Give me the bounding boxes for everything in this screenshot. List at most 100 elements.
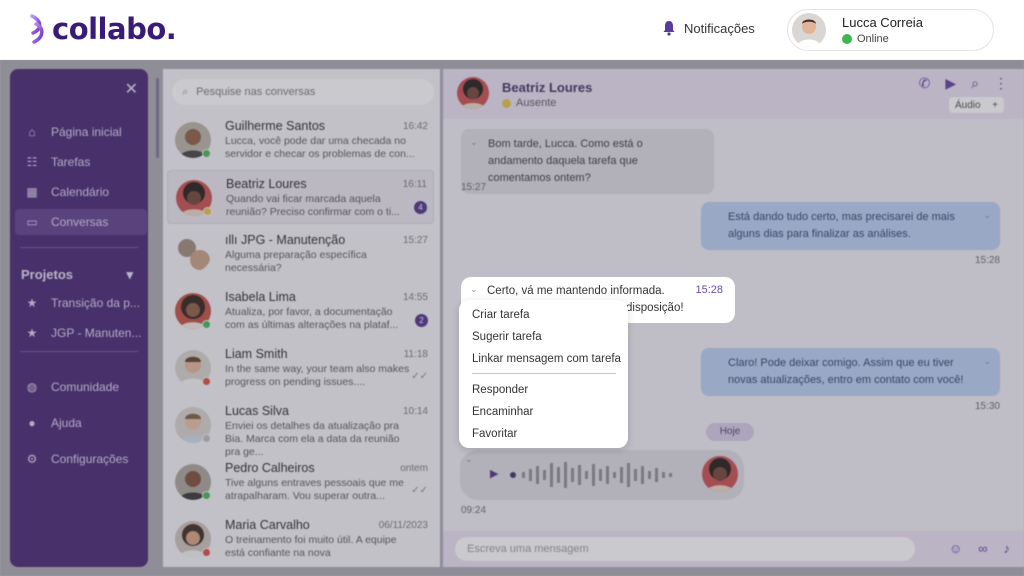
list-item[interactable]: ıllı JPG - Manutenção 15:27 Alguma prepa… bbox=[167, 227, 434, 281]
waveform-icon[interactable] bbox=[510, 460, 700, 490]
menu-item-link-message-task[interactable]: Linkar mensagem com tarefa bbox=[472, 350, 622, 368]
user-name: Lucca Correia bbox=[842, 15, 923, 30]
list-item[interactable]: Lucas Silva 10:14 Enviei os detalhes da … bbox=[167, 398, 434, 458]
divider bbox=[20, 247, 138, 248]
more-options-icon[interactable]: ⋮ bbox=[994, 75, 1008, 92]
list-item[interactable]: Beatriz Loures 16:11 Quando vai ficar ma… bbox=[167, 170, 434, 224]
avatar[interactable] bbox=[457, 77, 489, 109]
video-icon[interactable]: ▶ bbox=[945, 75, 956, 92]
search-input[interactable] bbox=[196, 86, 417, 98]
conversation-preview: Enviei os detalhes da atualização pra Bi… bbox=[225, 420, 400, 458]
user-status: Online bbox=[842, 33, 923, 45]
message-time: 15:30 bbox=[974, 401, 1000, 412]
message-time: 15:27 bbox=[461, 182, 487, 193]
menu-item-forward[interactable]: Encaminhar bbox=[472, 403, 622, 421]
sidebar-item-home[interactable]: ⌂ Página inicial bbox=[15, 119, 147, 145]
sidebar-item-label: Ajuda bbox=[51, 416, 82, 430]
sidebar-item-settings[interactable]: ⚙ Configurações bbox=[15, 446, 147, 472]
contact-name: Beatriz Loures bbox=[502, 80, 593, 95]
message-input[interactable]: Escreva uma mensagem bbox=[455, 537, 915, 561]
logo[interactable]: collabo. bbox=[28, 12, 177, 46]
audio-button[interactable]: Áudio + bbox=[949, 97, 1004, 113]
list-item[interactable]: Isabela Lima 14:55 Atualiza, por favor, … bbox=[167, 284, 434, 338]
sidebar-item-community[interactable]: ◍ Comunidade bbox=[15, 374, 147, 400]
group-avatar bbox=[175, 236, 211, 272]
phone-icon[interactable]: ✆ bbox=[919, 75, 931, 92]
unread-badge: 2 bbox=[415, 314, 428, 327]
list-item[interactable]: Maria Carvalho 06/11/2023 O treinamento … bbox=[167, 512, 434, 566]
conversation-preview: In the same way, your team also makes pr… bbox=[225, 363, 410, 388]
status-indicator bbox=[202, 491, 211, 500]
projects-header[interactable]: Projetos ▾ bbox=[21, 267, 133, 283]
menu-divider bbox=[472, 373, 616, 374]
menu-item-favorite[interactable]: Favoritar bbox=[472, 425, 622, 443]
conversation-name: Guilherme Santos bbox=[225, 119, 326, 133]
conversation-name: Beatriz Loures bbox=[226, 177, 307, 191]
message-time: 15:28 bbox=[974, 255, 1000, 266]
conversation-time: 10:14 bbox=[402, 406, 428, 417]
message-text: Certo, vá me mantendo informada. bbox=[487, 285, 665, 297]
chevron-down-icon: ▾ bbox=[126, 267, 133, 282]
notifications-button[interactable]: Notificações bbox=[662, 20, 755, 36]
conversation-preview: O treinamento foi muito útil. A equipe e… bbox=[225, 534, 397, 559]
message-bubble[interactable]: ⌄ Claro! Pode deixar comigo. Assim que e… bbox=[701, 348, 1000, 396]
sidebar-scrollbar[interactable] bbox=[156, 78, 159, 158]
user-profile[interactable]: Lucca Correia Online bbox=[787, 9, 994, 51]
close-icon[interactable]: ✕ bbox=[125, 79, 138, 99]
conversation-time: 16:11 bbox=[402, 179, 427, 190]
sidebar-item-tasks[interactable]: ☷ Tarefas bbox=[15, 149, 147, 175]
chevron-down-icon[interactable]: ⌄ bbox=[470, 284, 478, 295]
conversation-preview: Tive alguns entraves pessoais que me atr… bbox=[225, 477, 404, 502]
plus-icon: + bbox=[992, 99, 998, 111]
list-item[interactable]: Pedro Calheiros ontem Tive alguns entrav… bbox=[167, 455, 434, 509]
link-icon[interactable]: ∞ bbox=[978, 541, 987, 556]
play-icon[interactable]: ▶ bbox=[490, 467, 498, 480]
conversation-preview: Alguma preparação específica necessária? bbox=[225, 249, 367, 274]
conversation-name: ıllı JPG - Manutenção bbox=[225, 233, 345, 247]
away-status-icon bbox=[502, 98, 511, 108]
list-item[interactable]: Liam Smith 11:18 In the same way, your t… bbox=[167, 341, 434, 395]
chevron-down-icon[interactable]: ⌄ bbox=[465, 454, 473, 465]
read-check-icon: ✓✓ bbox=[411, 371, 428, 382]
list-item[interactable]: Guilherme Santos 16:42 Lucca, você pode … bbox=[167, 113, 434, 167]
conversation-list: ⌕ Guilherme Santos 16:42 Lucca, você pod… bbox=[163, 69, 440, 567]
conversation-name: Liam Smith bbox=[225, 347, 288, 361]
status-indicator bbox=[202, 377, 211, 386]
search-icon[interactable]: ⌕ bbox=[971, 75, 979, 92]
microphone-icon[interactable]: ♪ bbox=[1004, 541, 1011, 556]
bell-icon bbox=[663, 21, 675, 36]
message-bubble[interactable]: ⌄ Bom tarde, Lucca. Como está o andament… bbox=[461, 129, 714, 194]
avatar bbox=[702, 456, 738, 492]
contact-status: Ausente bbox=[502, 97, 556, 109]
conversation-name: Isabela Lima bbox=[225, 290, 296, 304]
status-indicator bbox=[202, 434, 211, 443]
sidebar-item-project-2[interactable]: ★ JGP - Manuten... bbox=[15, 320, 147, 346]
sidebar-item-project-1[interactable]: ★ Transição da p... bbox=[15, 290, 147, 316]
status-indicator bbox=[202, 149, 211, 158]
chevron-down-icon[interactable]: ⌄ bbox=[983, 207, 991, 224]
conversation-name: Lucas Silva bbox=[225, 404, 289, 418]
sidebar-item-calendar[interactable]: ▦ Calendário bbox=[15, 179, 147, 205]
sidebar-item-help[interactable]: ● Ajuda bbox=[15, 410, 147, 436]
audio-label: Áudio bbox=[955, 99, 981, 111]
menu-item-create-task[interactable]: Criar tarefa bbox=[472, 306, 622, 324]
message-bubble[interactable]: ⌄ Está dando tudo certo, mas precisarei … bbox=[701, 202, 1000, 250]
logo-text: collabo. bbox=[52, 12, 177, 46]
voice-message[interactable]: ⌄ ▶ bbox=[460, 450, 744, 500]
chevron-down-icon[interactable]: ⌄ bbox=[983, 353, 991, 370]
chevron-down-icon[interactable]: ⌄ bbox=[470, 134, 478, 151]
emoji-icon[interactable]: ☺ bbox=[949, 541, 962, 556]
sidebar-item-label: Conversas bbox=[51, 215, 109, 229]
message-time: 09:24 bbox=[461, 505, 487, 516]
sidebar-item-label: Calendário bbox=[51, 185, 110, 199]
unread-badge: 4 bbox=[414, 201, 427, 214]
menu-item-reply[interactable]: Responder bbox=[472, 381, 622, 399]
star-icon: ★ bbox=[26, 296, 38, 310]
menu-item-suggest-task[interactable]: Sugerir tarefa bbox=[472, 328, 622, 346]
calendar-icon: ▦ bbox=[26, 185, 38, 199]
conversation-preview: Quando vai ficar marcada aquela reunião?… bbox=[226, 193, 400, 218]
conversation-name: Pedro Calheiros bbox=[225, 461, 315, 475]
sidebar-item-conversations[interactable]: ▭ Conversas bbox=[15, 209, 147, 235]
sidebar-item-label: Tarefas bbox=[51, 155, 91, 169]
status-indicator bbox=[202, 548, 211, 557]
